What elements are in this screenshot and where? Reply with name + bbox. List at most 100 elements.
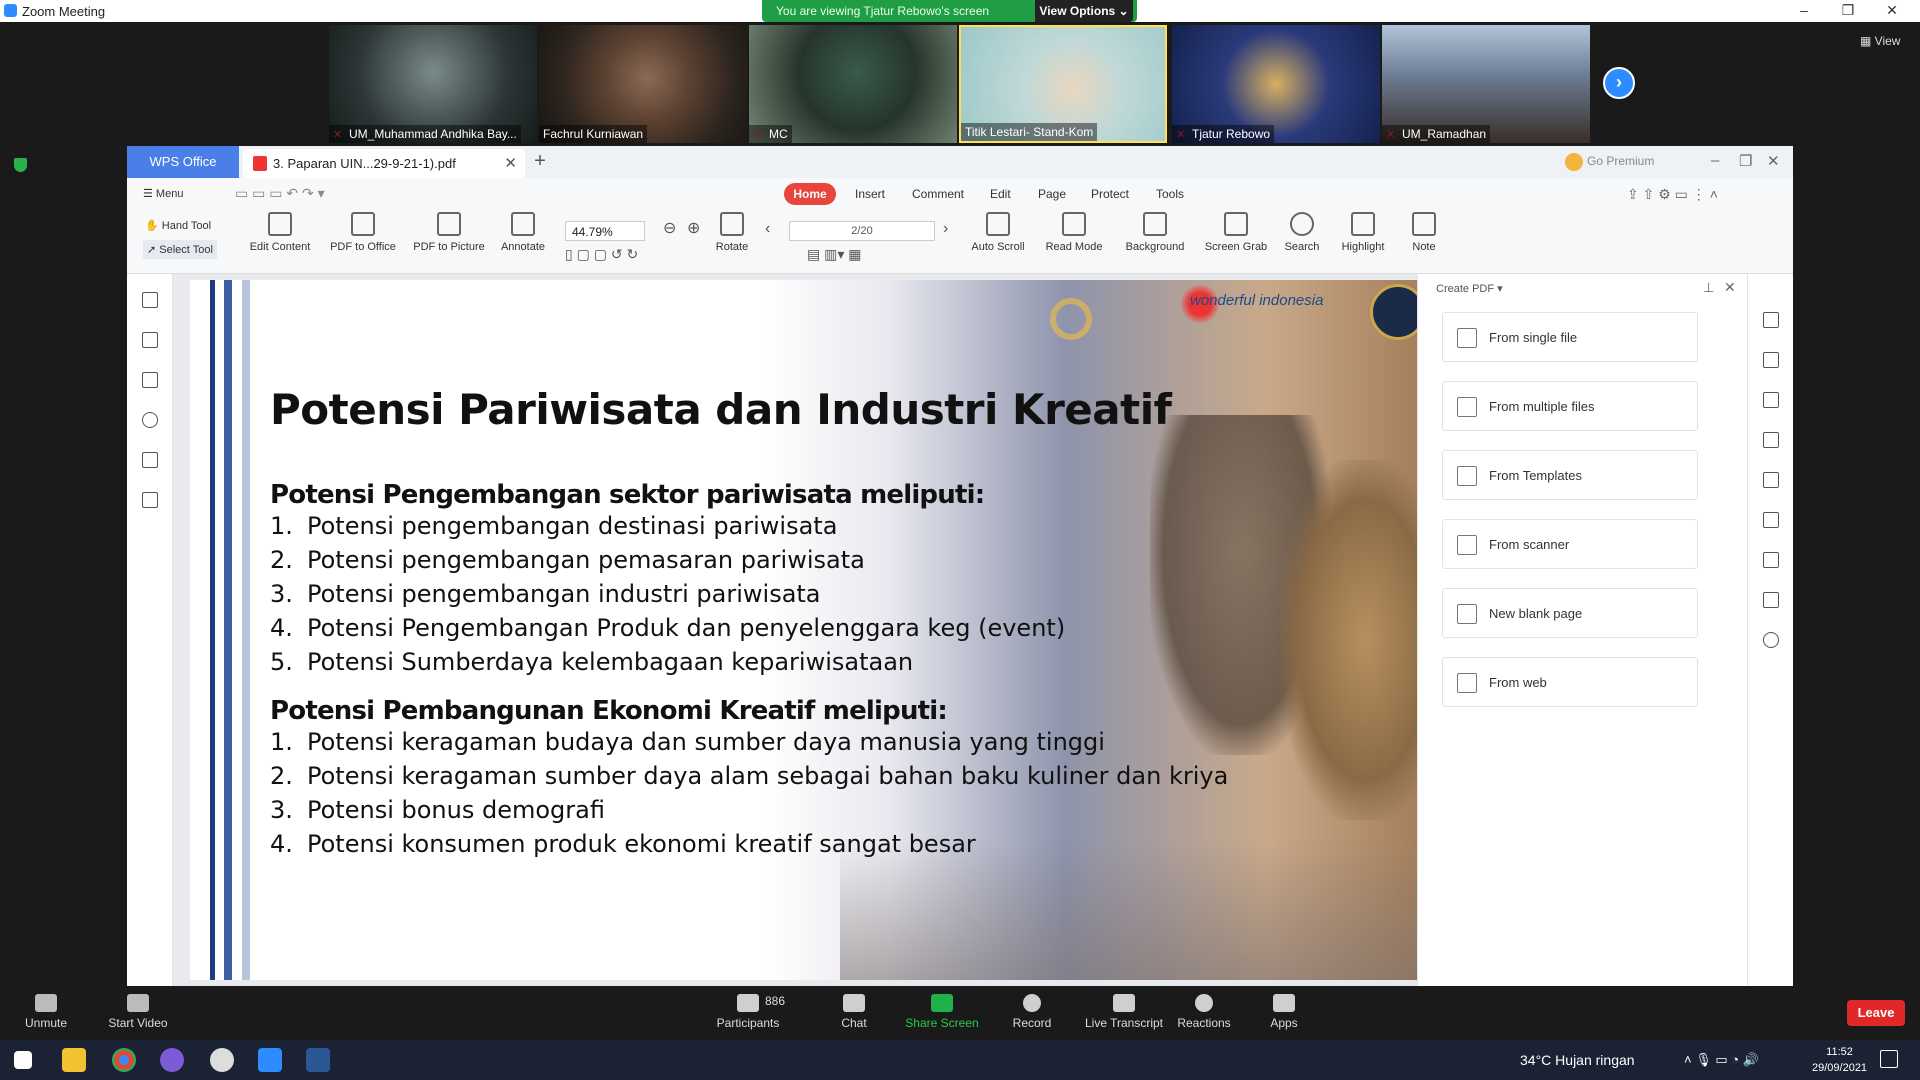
view-options-button[interactable]: View Options ⌄ [1035, 0, 1133, 22]
tab-edit[interactable]: Edit [990, 187, 1011, 201]
from-web-button[interactable]: From web [1442, 657, 1698, 707]
edit-pdf-icon[interactable] [1763, 352, 1779, 368]
maximize-button[interactable]: ❐ [1828, 2, 1868, 19]
pin-icon[interactable]: ⊥ [1703, 280, 1714, 296]
weather-widget[interactable]: 34°C Hujan ringan [1520, 1052, 1635, 1068]
compress-icon[interactable] [1763, 592, 1779, 608]
highlight-button[interactable]: Highlight [1333, 212, 1393, 253]
unmute-button[interactable]: Unmute [6, 986, 86, 1040]
share-screen-button[interactable]: Share Screen [902, 986, 982, 1040]
from-scanner-button[interactable]: From scanner [1442, 519, 1698, 569]
auto-scroll-button[interactable]: Auto Scroll [965, 212, 1031, 253]
video-tile[interactable]: ✕ Tjatur Rebowo [1172, 25, 1380, 143]
start-video-button[interactable]: Start Video [98, 986, 178, 1040]
minimize-button[interactable]: – [1784, 2, 1824, 18]
pdf-to-office-button[interactable]: PDF to Office [323, 212, 403, 253]
bookmark-icon[interactable] [142, 292, 158, 308]
export-pdf-icon[interactable] [1763, 392, 1779, 408]
record-button[interactable]: Record [992, 986, 1072, 1040]
background-button[interactable]: Background [1117, 212, 1193, 253]
tab-comment[interactable]: Comment [912, 187, 964, 201]
avatar[interactable] [1565, 153, 1583, 171]
go-premium-button[interactable]: Go Premium [1587, 154, 1654, 168]
next-participants-icon[interactable]: › [1603, 67, 1635, 99]
tab-page[interactable]: Page [1038, 187, 1066, 201]
live-transcript-button[interactable]: Live Transcript [1078, 986, 1170, 1040]
video-tile[interactable]: Fachrul Kurniawan [539, 25, 747, 143]
from-single-file-button[interactable]: From single file [1442, 312, 1698, 362]
reactions-button[interactable]: Reactions [1164, 986, 1244, 1040]
create-pdf-icon[interactable] [1763, 312, 1779, 328]
document-tab[interactable]: 3. Paparan UIN...29-9-21-1).pdf ✕ [243, 149, 525, 178]
create-pdf-title[interactable]: Create PDF ▾ [1436, 282, 1503, 295]
zoom-level-field[interactable]: 44.79% [565, 221, 645, 241]
page-number-field[interactable]: 2/20 [789, 221, 935, 241]
video-tile-active-speaker[interactable]: Titik Lestari- Stand-Kom [959, 25, 1167, 143]
wps-minimize-icon[interactable]: – [1711, 152, 1719, 169]
chrome-icon[interactable] [112, 1048, 136, 1072]
prev-page-icon[interactable]: ‹ [765, 220, 770, 238]
compare-icon[interactable] [1763, 512, 1779, 528]
comment-icon[interactable] [142, 372, 158, 388]
hand-tool-button[interactable]: ✋ Hand Tool [145, 219, 211, 232]
zoom-out-icon[interactable]: ⊖ [663, 218, 676, 238]
wps-close-icon[interactable]: ✕ [1767, 152, 1780, 170]
view-button[interactable]: ▦ View [1860, 34, 1900, 48]
new-tab-icon[interactable]: + [527, 150, 553, 173]
pdf-to-picture-button[interactable]: PDF to Picture [409, 212, 489, 253]
from-templates-button[interactable]: From Templates [1442, 450, 1698, 500]
zoom-in-icon[interactable]: ⊕ [687, 218, 700, 238]
tab-protect[interactable]: Protect [1091, 187, 1129, 201]
rotate-button[interactable]: Rotate [707, 212, 757, 253]
next-page-icon[interactable]: › [943, 220, 948, 238]
clock[interactable]: 11:52 29/09/2021 [1812, 1044, 1867, 1076]
file-explorer-icon[interactable] [62, 1048, 86, 1072]
attachment-icon[interactable] [142, 412, 158, 428]
menu-button[interactable]: ☰ Menu [143, 187, 183, 200]
document-viewport[interactable]: wonderful indonesia Potensi Pariwisata d… [173, 274, 1577, 986]
tray-icons[interactable]: ˄ 🎙 ▭ ◔ 🔊 [1684, 1052, 1759, 1068]
close-tab-icon[interactable]: ✕ [504, 154, 517, 172]
tab-home[interactable]: Home [784, 183, 836, 205]
wps-restore-icon[interactable]: ❐ [1739, 152, 1752, 170]
encryption-shield-icon[interactable] [14, 158, 27, 172]
tab-insert[interactable]: Insert [855, 187, 885, 201]
chat-button[interactable]: Chat [814, 986, 894, 1040]
print-icon[interactable] [1763, 552, 1779, 568]
search-doc-icon[interactable] [142, 492, 158, 508]
annotate-button[interactable]: Annotate [495, 212, 551, 253]
select-tool-button[interactable]: ➚ Select Tool [143, 240, 217, 259]
ocr-icon[interactable] [1763, 632, 1779, 648]
leave-button[interactable]: Leave [1847, 1000, 1905, 1026]
app-icon[interactable] [160, 1048, 184, 1072]
view-mode-icons[interactable]: ▯ ▢ ▢ ↺ ↻ [565, 246, 638, 263]
wps-office-tab[interactable]: WPS Office [127, 146, 239, 178]
zoom-app-icon[interactable] [258, 1048, 282, 1072]
close-button[interactable]: ✕ [1872, 2, 1912, 19]
settings-icon[interactable] [210, 1048, 234, 1072]
note-button[interactable]: Note [1399, 212, 1449, 253]
form-icon[interactable] [1763, 432, 1779, 448]
notification-icon[interactable] [1880, 1050, 1898, 1068]
video-tile[interactable]: ✕ UM_Muhammad Andhika Bay... [329, 25, 537, 143]
page-layout-icons[interactable]: ▤ ▥▾ ▦ [807, 246, 862, 263]
thumbnail-icon[interactable] [142, 332, 158, 348]
read-mode-button[interactable]: Read Mode [1041, 212, 1107, 253]
note-icon [1412, 212, 1436, 236]
from-multiple-files-button[interactable]: From multiple files [1442, 381, 1698, 431]
windows-start-icon[interactable] [14, 1051, 32, 1069]
close-panel-icon[interactable]: ✕ [1724, 279, 1736, 296]
edit-content-button[interactable]: Edit Content [245, 212, 315, 253]
quick-access-icons[interactable]: ▭ ▭ ▭ ↶ ↷ ▾ [235, 185, 325, 202]
sign-icon[interactable] [1763, 472, 1779, 488]
screen-grab-button[interactable]: Screen Grab [1201, 212, 1271, 253]
right-ribbon-icons[interactable]: ⇪ ⇧ ⚙ ▭ ⋮ ˄ [1627, 186, 1718, 203]
video-tile[interactable]: ✕ UM_Ramadhan [1382, 25, 1590, 143]
apps-button[interactable]: Apps [1244, 986, 1324, 1040]
signature-icon[interactable] [142, 452, 158, 468]
search-button[interactable]: Search [1277, 212, 1327, 253]
word-icon[interactable] [306, 1048, 330, 1072]
video-tile[interactable]: ✕ MC [749, 25, 957, 143]
tab-tools[interactable]: Tools [1156, 187, 1184, 201]
new-blank-page-button[interactable]: New blank page [1442, 588, 1698, 638]
